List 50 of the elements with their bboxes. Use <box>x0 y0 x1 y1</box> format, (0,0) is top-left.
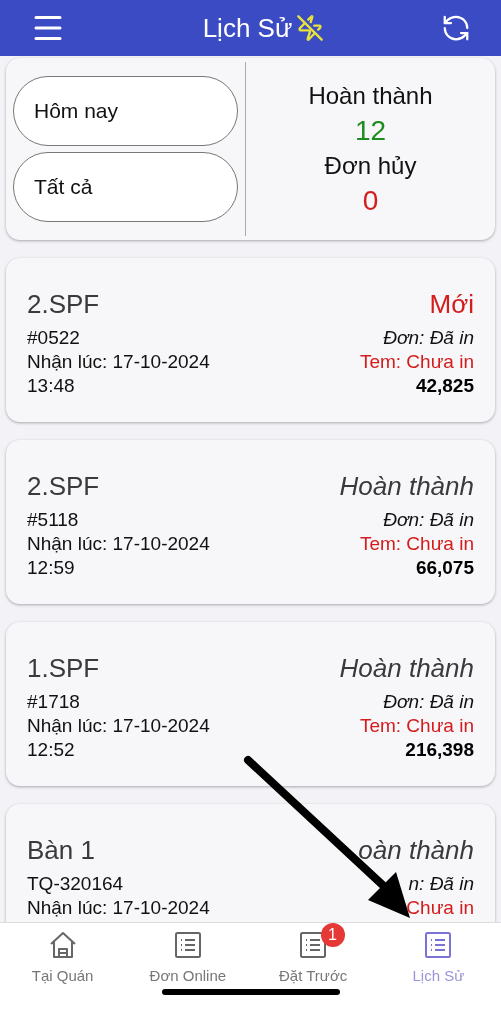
order-status: oàn thành <box>358 834 474 866</box>
received-time: Nhận lúc: 17-10-2024 <box>27 714 210 738</box>
order-card[interactable]: 2.SPF #5118 Nhận lúc: 17-10-2024 12:59 Hoàn thành Đơn: Đã in Tem: Chưa in 66,075 <box>6 440 495 604</box>
label-print-status: Tem: Chưa in <box>359 350 474 374</box>
order-card[interactable]: Bàn 1 TQ-320164 Nhận lúc: 17-10-2024 oàn thành n: Đã in Chưa in <box>6 804 495 922</box>
list-icon <box>173 931 202 959</box>
tab[interactable]: Tại Quán <box>31 931 94 988</box>
received-time: Nhận lúc: 17-10-2024 <box>27 896 210 920</box>
home-icon <box>48 931 77 959</box>
order-status: Mới <box>429 288 474 320</box>
zap-off-icon <box>296 14 325 42</box>
stat-value: 12 <box>354 114 387 148</box>
order-title: Bàn 1 <box>27 834 96 866</box>
list-icon <box>299 931 328 959</box>
order-print-status: Đơn: Đã in <box>383 326 474 350</box>
order-title: 1.SPF <box>27 652 101 684</box>
order-code: #5118 <box>27 508 80 532</box>
order-code: #0522 <box>27 326 81 350</box>
stat-label: Đơn hủy <box>324 151 417 181</box>
stat-label: Hoàn thành <box>308 81 433 111</box>
filter-button[interactable]: Hôm nay <box>13 76 238 146</box>
order-total: 216,398 <box>405 738 474 762</box>
received-time: Nhận lúc: 17-10-2024 <box>27 532 210 556</box>
order-total: 42,825 <box>415 374 474 398</box>
stat-value: 0 <box>362 184 379 218</box>
filter-button[interactable]: Tất cả <box>13 152 238 222</box>
header-title: Lịch Sử <box>202 11 293 45</box>
order-title: 2.SPF <box>27 470 101 502</box>
order-status: Hoàn thành <box>339 470 474 502</box>
label-print-status: Tem: Chưa in <box>359 714 474 738</box>
order-print-status: Đơn: Đã in <box>383 508 474 532</box>
order-print-status: n: Đã in <box>408 872 474 896</box>
order-total: 66,075 <box>415 556 474 580</box>
order-title: 2.SPF <box>27 288 101 320</box>
order-time: 12:52 <box>27 738 76 762</box>
order-code: #1718 <box>27 690 81 714</box>
list-icon <box>424 931 453 959</box>
order-card[interactable]: 1.SPF #1718 Nhận lúc: 17-10-2024 12:52 Hoàn thành Đơn: Đã in Tem: Chưa in 216,398 <box>6 622 495 786</box>
refresh-icon[interactable] <box>441 13 471 43</box>
received-time: Nhận lúc: 17-10-2024 <box>27 350 210 374</box>
label-print-status: Tem: Chưa in <box>359 532 474 556</box>
order-time: 13:48 <box>27 374 76 398</box>
label-print-status: Chưa in <box>406 896 474 920</box>
tab[interactable]: Đơn Online <box>149 931 227 988</box>
order-card[interactable]: 2.SPF #0522 Nhận lúc: 17-10-2024 13:48 Mới Đơn: Đã in Tem: Chưa in 42,825 <box>6 258 495 422</box>
order-time: 12:59 <box>27 556 76 580</box>
notification-badge: 1 <box>320 923 345 947</box>
order-code: TQ-320164 <box>27 872 125 896</box>
order-status: Hoàn thành <box>339 652 474 684</box>
order-print-status: Đơn: Đã in <box>383 690 474 714</box>
